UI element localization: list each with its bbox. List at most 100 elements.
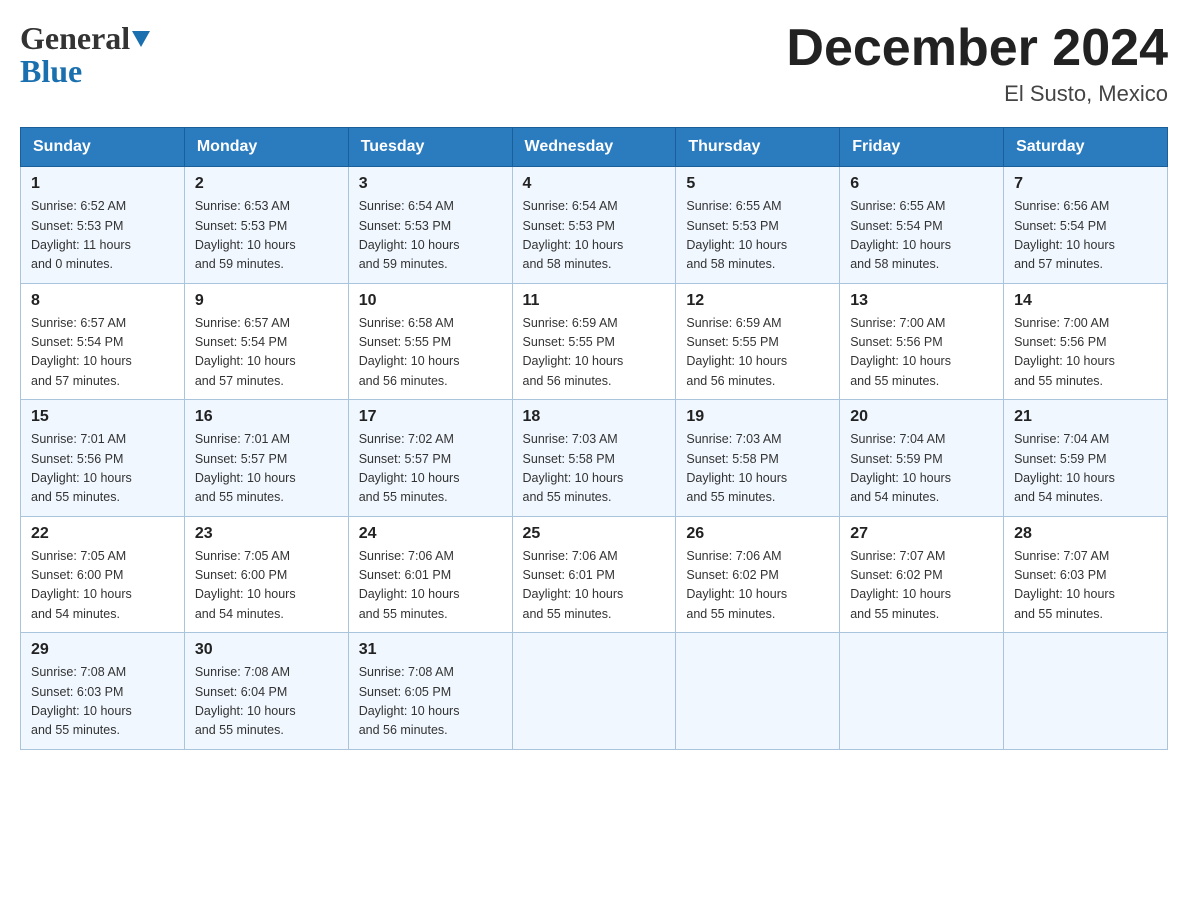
day-number: 12	[686, 292, 829, 310]
day-info: Sunrise: 6:58 AM Sunset: 5:55 PM Dayligh…	[359, 314, 502, 392]
location-label: El Susto, Mexico	[786, 81, 1168, 107]
day-info: Sunrise: 7:06 AM Sunset: 6:01 PM Dayligh…	[523, 547, 666, 625]
day-number: 5	[686, 175, 829, 193]
calendar-cell	[1004, 633, 1168, 750]
calendar-cell: 28 Sunrise: 7:07 AM Sunset: 6:03 PM Dayli…	[1004, 516, 1168, 633]
day-info: Sunrise: 6:57 AM Sunset: 5:54 PM Dayligh…	[195, 314, 338, 392]
calendar-cell: 1 Sunrise: 6:52 AM Sunset: 5:53 PM Daylig…	[21, 167, 185, 284]
calendar-cell: 15 Sunrise: 7:01 AM Sunset: 5:56 PM Dayli…	[21, 400, 185, 517]
calendar-cell: 14 Sunrise: 7:00 AM Sunset: 5:56 PM Dayli…	[1004, 283, 1168, 400]
weekday-header-row: SundayMondayTuesdayWednesdayThursdayFrid…	[21, 128, 1168, 167]
calendar-week-row: 29Sunrise: 7:08 AM Sunset: 6:03 PM Dayli…	[21, 633, 1168, 750]
calendar-cell: 30Sunrise: 7:08 AM Sunset: 6:04 PM Dayli…	[184, 633, 348, 750]
logo-blue-text: Blue	[20, 53, 150, 90]
calendar-week-row: 1 Sunrise: 6:52 AM Sunset: 5:53 PM Daylig…	[21, 167, 1168, 284]
day-number: 1	[31, 175, 174, 193]
calendar-cell: 11 Sunrise: 6:59 AM Sunset: 5:55 PM Dayli…	[512, 283, 676, 400]
day-info: Sunrise: 6:59 AM Sunset: 5:55 PM Dayligh…	[523, 314, 666, 392]
calendar-cell: 18Sunrise: 7:03 AM Sunset: 5:58 PM Dayli…	[512, 400, 676, 517]
day-info: Sunrise: 6:52 AM Sunset: 5:53 PM Dayligh…	[31, 197, 174, 275]
calendar-cell: 9 Sunrise: 6:57 AM Sunset: 5:54 PM Daylig…	[184, 283, 348, 400]
day-number: 11	[523, 292, 666, 310]
logo-general-text: General	[20, 20, 130, 57]
day-info: Sunrise: 7:00 AM Sunset: 5:56 PM Dayligh…	[850, 314, 993, 392]
calendar-cell: 29Sunrise: 7:08 AM Sunset: 6:03 PM Dayli…	[21, 633, 185, 750]
calendar-cell: 13Sunrise: 7:00 AM Sunset: 5:56 PM Dayli…	[840, 283, 1004, 400]
calendar-cell: 20 Sunrise: 7:04 AM Sunset: 5:59 PM Dayli…	[840, 400, 1004, 517]
day-info: Sunrise: 7:05 AM Sunset: 6:00 PM Dayligh…	[31, 547, 174, 625]
day-info: Sunrise: 6:55 AM Sunset: 5:53 PM Dayligh…	[686, 197, 829, 275]
weekday-header-saturday: Saturday	[1004, 128, 1168, 167]
calendar-cell: 5 Sunrise: 6:55 AM Sunset: 5:53 PM Daylig…	[676, 167, 840, 284]
calendar-cell: 12 Sunrise: 6:59 AM Sunset: 5:55 PM Dayli…	[676, 283, 840, 400]
day-number: 27	[850, 525, 993, 543]
day-number: 21	[1014, 408, 1157, 426]
calendar-cell: 21Sunrise: 7:04 AM Sunset: 5:59 PM Dayli…	[1004, 400, 1168, 517]
day-info: Sunrise: 6:59 AM Sunset: 5:55 PM Dayligh…	[686, 314, 829, 392]
day-info: Sunrise: 7:01 AM Sunset: 5:56 PM Dayligh…	[31, 430, 174, 508]
day-number: 16	[195, 408, 338, 426]
day-info: Sunrise: 7:00 AM Sunset: 5:56 PM Dayligh…	[1014, 314, 1157, 392]
calendar-cell: 25Sunrise: 7:06 AM Sunset: 6:01 PM Dayli…	[512, 516, 676, 633]
calendar-cell	[840, 633, 1004, 750]
calendar-cell: 27 Sunrise: 7:07 AM Sunset: 6:02 PM Dayli…	[840, 516, 1004, 633]
day-number: 3	[359, 175, 502, 193]
day-number: 8	[31, 292, 174, 310]
day-number: 2	[195, 175, 338, 193]
title-section: December 2024 El Susto, Mexico	[786, 20, 1168, 107]
calendar-cell: 10 Sunrise: 6:58 AM Sunset: 5:55 PM Dayli…	[348, 283, 512, 400]
day-info: Sunrise: 7:05 AM Sunset: 6:00 PM Dayligh…	[195, 547, 338, 625]
calendar-week-row: 8 Sunrise: 6:57 AM Sunset: 5:54 PM Daylig…	[21, 283, 1168, 400]
logo: General Blue	[20, 20, 150, 90]
calendar-week-row: 15 Sunrise: 7:01 AM Sunset: 5:56 PM Dayli…	[21, 400, 1168, 517]
day-number: 9	[195, 292, 338, 310]
weekday-header-monday: Monday	[184, 128, 348, 167]
day-info: Sunrise: 6:57 AM Sunset: 5:54 PM Dayligh…	[31, 314, 174, 392]
day-info: Sunrise: 7:07 AM Sunset: 6:03 PM Dayligh…	[1014, 547, 1157, 625]
weekday-header-thursday: Thursday	[676, 128, 840, 167]
day-info: Sunrise: 7:03 AM Sunset: 5:58 PM Dayligh…	[523, 430, 666, 508]
day-info: Sunrise: 7:06 AM Sunset: 6:01 PM Dayligh…	[359, 547, 502, 625]
calendar-cell: 4 Sunrise: 6:54 AM Sunset: 5:53 PM Daylig…	[512, 167, 676, 284]
weekday-header-friday: Friday	[840, 128, 1004, 167]
day-info: Sunrise: 7:01 AM Sunset: 5:57 PM Dayligh…	[195, 430, 338, 508]
day-number: 14	[1014, 292, 1157, 310]
day-info: Sunrise: 7:04 AM Sunset: 5:59 PM Dayligh…	[850, 430, 993, 508]
calendar-cell: 6Sunrise: 6:55 AM Sunset: 5:54 PM Daylig…	[840, 167, 1004, 284]
calendar-cell: 31 Sunrise: 7:08 AM Sunset: 6:05 PM Dayli…	[348, 633, 512, 750]
day-number: 20	[850, 408, 993, 426]
day-number: 23	[195, 525, 338, 543]
day-info: Sunrise: 6:55 AM Sunset: 5:54 PM Dayligh…	[850, 197, 993, 275]
calendar-cell: 3Sunrise: 6:54 AM Sunset: 5:53 PM Daylig…	[348, 167, 512, 284]
day-info: Sunrise: 7:06 AM Sunset: 6:02 PM Dayligh…	[686, 547, 829, 625]
month-title: December 2024	[786, 20, 1168, 77]
day-number: 26	[686, 525, 829, 543]
calendar-cell: 23 Sunrise: 7:05 AM Sunset: 6:00 PM Dayli…	[184, 516, 348, 633]
day-number: 30	[195, 641, 338, 659]
day-info: Sunrise: 6:54 AM Sunset: 5:53 PM Dayligh…	[523, 197, 666, 275]
calendar-week-row: 22Sunrise: 7:05 AM Sunset: 6:00 PM Dayli…	[21, 516, 1168, 633]
weekday-header-wednesday: Wednesday	[512, 128, 676, 167]
day-number: 4	[523, 175, 666, 193]
day-info: Sunrise: 7:03 AM Sunset: 5:58 PM Dayligh…	[686, 430, 829, 508]
calendar-cell: 2 Sunrise: 6:53 AM Sunset: 5:53 PM Daylig…	[184, 167, 348, 284]
day-number: 19	[686, 408, 829, 426]
calendar-cell: 16 Sunrise: 7:01 AM Sunset: 5:57 PM Dayli…	[184, 400, 348, 517]
page-header: General Blue December 2024 El Susto, Mex…	[20, 20, 1168, 107]
calendar-cell: 17Sunrise: 7:02 AM Sunset: 5:57 PM Dayli…	[348, 400, 512, 517]
day-info: Sunrise: 7:08 AM Sunset: 6:05 PM Dayligh…	[359, 663, 502, 741]
logo-triangle-icon	[132, 31, 150, 49]
day-number: 28	[1014, 525, 1157, 543]
day-info: Sunrise: 6:56 AM Sunset: 5:54 PM Dayligh…	[1014, 197, 1157, 275]
weekday-header-tuesday: Tuesday	[348, 128, 512, 167]
day-number: 10	[359, 292, 502, 310]
day-number: 24	[359, 525, 502, 543]
day-number: 31	[359, 641, 502, 659]
day-number: 15	[31, 408, 174, 426]
calendar-cell: 22Sunrise: 7:05 AM Sunset: 6:00 PM Dayli…	[21, 516, 185, 633]
calendar-cell	[676, 633, 840, 750]
calendar-cell	[512, 633, 676, 750]
day-info: Sunrise: 7:07 AM Sunset: 6:02 PM Dayligh…	[850, 547, 993, 625]
day-number: 7	[1014, 175, 1157, 193]
day-info: Sunrise: 6:53 AM Sunset: 5:53 PM Dayligh…	[195, 197, 338, 275]
